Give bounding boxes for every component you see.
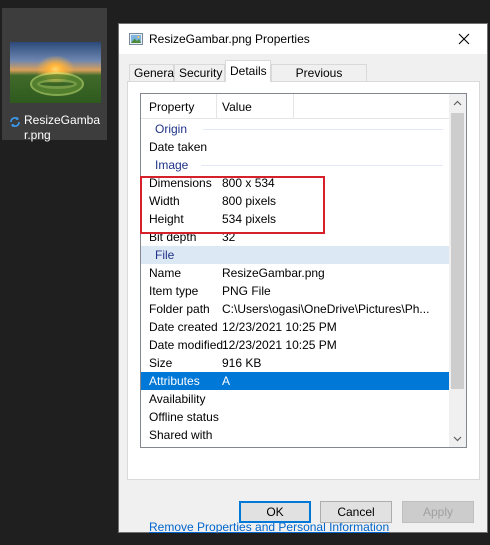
group-origin[interactable]: Origin <box>141 120 449 138</box>
scroll-thumb[interactable] <box>451 113 464 389</box>
list-item[interactable]: Item type PNG File <box>141 282 449 300</box>
property-name: Shared with <box>149 428 213 442</box>
property-value: ResizeGambar.png <box>222 266 325 280</box>
sync-icon <box>10 117 20 127</box>
tab-previous-versions[interactable]: Previous Versions <box>271 64 367 97</box>
properties-dialog: ResizeGambar.png Properties General Secu… <box>118 23 488 534</box>
title-bar[interactable]: ResizeGambar.png Properties <box>119 24 487 54</box>
scroll-down-button[interactable] <box>449 430 466 447</box>
image-file-icon <box>129 33 143 45</box>
list-item[interactable]: Size 916 KB <box>141 354 449 372</box>
property-value: 12/23/2021 10:25 PM <box>222 320 337 334</box>
scroll-up-button[interactable] <box>449 94 466 111</box>
list-item[interactable]: Offline status <box>141 408 449 426</box>
desktop-file-label: ResizeGambar.png <box>24 113 101 142</box>
list-header: Property Value <box>141 94 449 119</box>
property-value: 12/23/2021 10:25 PM <box>222 338 337 352</box>
list-item[interactable]: Availability <box>141 390 449 408</box>
column-header-property[interactable]: Property <box>149 100 194 114</box>
vertical-scrollbar[interactable] <box>449 94 466 447</box>
chevron-up-icon <box>453 100 462 105</box>
list-item[interactable]: Date modified 12/23/2021 10:25 PM <box>141 336 449 354</box>
group-divider <box>201 165 443 166</box>
property-name: Availability <box>149 392 206 406</box>
details-panel: Property Value Origin Date taken Image D… <box>127 81 480 534</box>
list-item[interactable]: Name ResizeGambar.png <box>141 264 449 282</box>
image-thumbnail <box>10 42 101 103</box>
annotation-highlight-box <box>140 176 325 234</box>
dialog-title: ResizeGambar.png Properties <box>149 32 310 46</box>
column-header-value[interactable]: Value <box>222 100 252 114</box>
property-value: 916 KB <box>222 356 262 370</box>
desktop-file-item[interactable]: ResizeGambar.png <box>2 8 107 142</box>
column-divider[interactable] <box>293 94 294 118</box>
property-name: Date modified <box>149 338 224 352</box>
property-value: PNG File <box>222 284 271 298</box>
property-name: Date created <box>149 320 218 334</box>
column-divider[interactable] <box>216 94 217 118</box>
list-item-selected[interactable]: Attributes A <box>141 372 449 390</box>
property-name: Folder path <box>149 302 210 316</box>
ok-button[interactable]: OK <box>239 501 311 523</box>
list-item[interactable]: Date taken <box>141 138 449 156</box>
tab-security[interactable]: Security <box>174 64 225 81</box>
property-name: Offline status <box>149 410 219 424</box>
list-item[interactable]: Folder path C:\Users\ogasi\OneDrive\Pict… <box>141 300 449 318</box>
group-title: Image <box>155 158 189 172</box>
property-value: C:\Users\ogasi\OneDrive\Pictures\Ph... <box>222 302 430 316</box>
apply-button[interactable]: Apply <box>402 501 474 523</box>
tab-general[interactable]: General <box>129 64 177 81</box>
property-name: Name <box>149 266 182 280</box>
group-title: Origin <box>155 122 188 136</box>
group-divider <box>203 129 443 130</box>
property-value: A <box>222 374 231 388</box>
group-file[interactable]: File <box>141 246 449 264</box>
property-name: Item type <box>149 284 199 298</box>
group-title: File <box>155 248 175 262</box>
property-name: Attributes <box>149 374 200 388</box>
list-item[interactable]: Date created 12/23/2021 10:25 PM <box>141 318 449 336</box>
list-item[interactable]: Shared with <box>141 426 449 444</box>
property-name: Date taken <box>149 140 208 154</box>
tab-details[interactable]: Details <box>225 60 271 82</box>
property-name: Size <box>149 356 173 370</box>
close-icon <box>458 33 470 45</box>
group-image[interactable]: Image <box>141 156 449 174</box>
list-body: Origin Date taken Image Dimensions 800 x… <box>141 120 449 444</box>
properties-list[interactable]: Property Value Origin Date taken Image D… <box>140 93 467 448</box>
cancel-button[interactable]: Cancel <box>320 501 392 523</box>
close-button[interactable] <box>441 24 487 54</box>
chevron-down-icon <box>453 436 462 441</box>
